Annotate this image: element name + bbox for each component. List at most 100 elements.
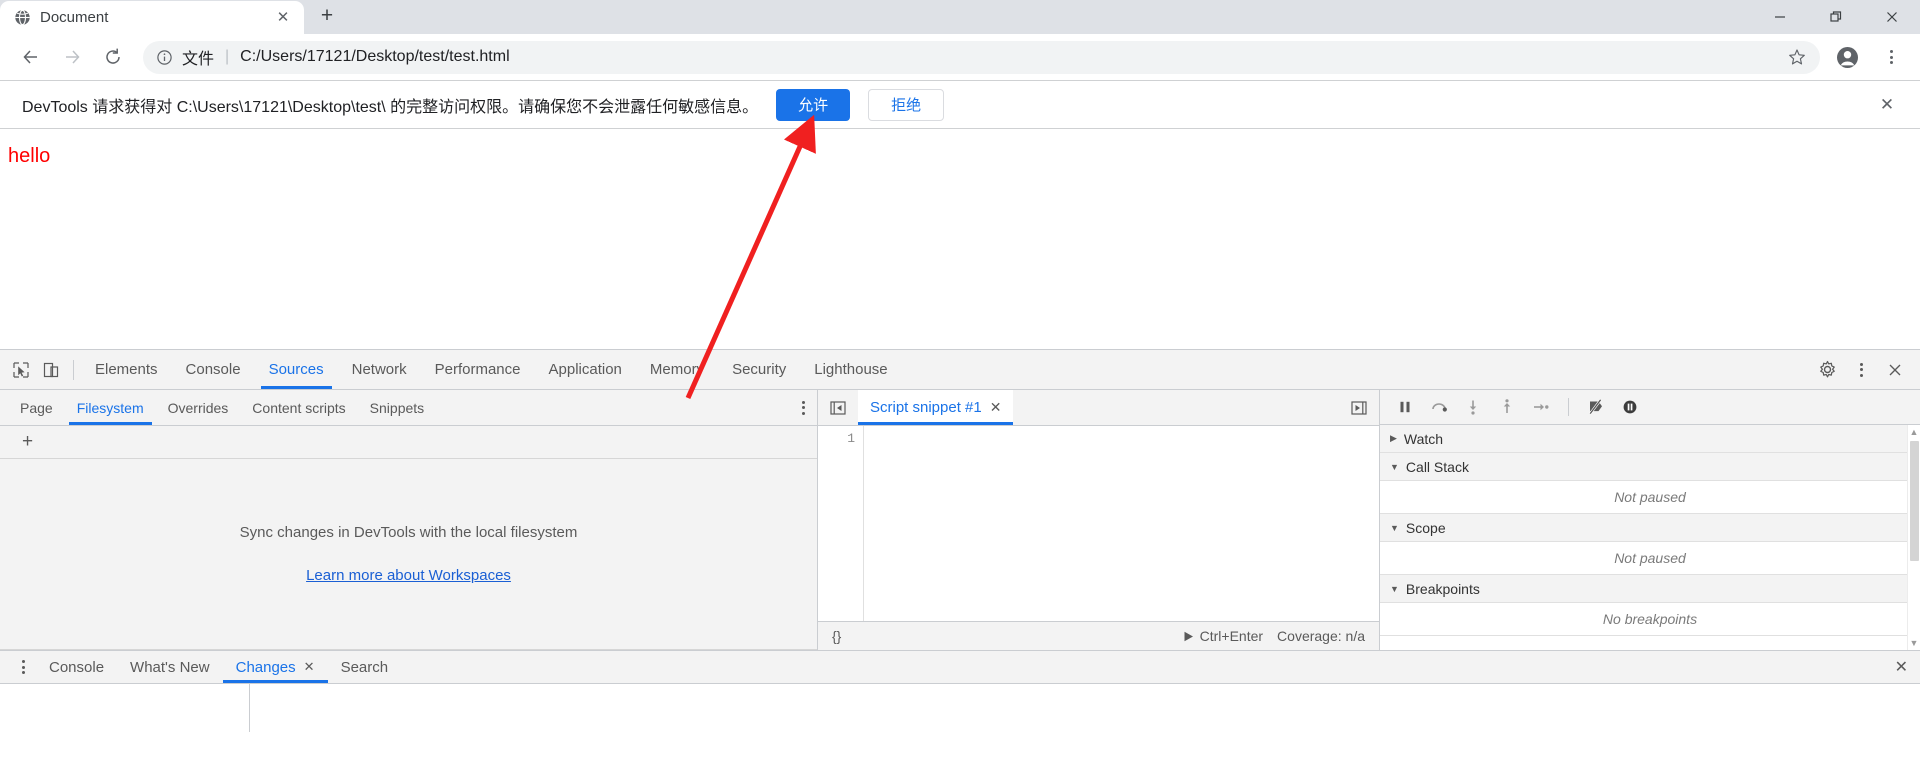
resume-icon[interactable] xyxy=(1390,392,1420,422)
profile-avatar-icon[interactable] xyxy=(1830,40,1864,74)
gear-icon[interactable] xyxy=(1812,355,1842,385)
debugger-toolbar xyxy=(1380,390,1920,425)
debugger-sections: ▶ Watch ▼ Call Stack Not paused ▼ Scope … xyxy=(1380,425,1920,650)
section-label: Breakpoints xyxy=(1405,580,1480,597)
back-icon[interactable] xyxy=(12,39,49,76)
close-icon[interactable] xyxy=(1864,0,1920,33)
drawer-tab-changes[interactable]: Changes ✕ xyxy=(222,651,328,683)
nav-tab-overrides[interactable]: Overrides xyxy=(156,390,241,425)
inspect-cursor-icon[interactable] xyxy=(6,355,36,385)
tab-application[interactable]: Application xyxy=(535,350,636,389)
drawer-tab-search[interactable]: Search xyxy=(328,651,402,683)
changes-detail xyxy=(250,684,1920,732)
section-label: Scope xyxy=(1405,519,1446,536)
browser-tab[interactable]: Document ✕ xyxy=(0,1,304,34)
learn-more-workspaces-link[interactable]: Learn more about Workspaces xyxy=(306,567,511,584)
add-folder-button[interactable]: + xyxy=(0,426,817,459)
scroll-up-arrow-icon[interactable]: ▲ xyxy=(1910,427,1919,437)
drawer-content xyxy=(0,684,1920,732)
minimize-icon[interactable] xyxy=(1752,0,1808,33)
step-out-icon[interactable] xyxy=(1492,392,1522,422)
run-snippet-button[interactable]: Ctrl+Enter xyxy=(1183,628,1263,644)
step-into-icon[interactable] xyxy=(1458,392,1488,422)
debugger-sidebar: ▶ Watch ▼ Call Stack Not paused ▼ Scope … xyxy=(1380,390,1920,650)
section-label: Watch xyxy=(1403,430,1444,447)
scroll-down-arrow-icon[interactable]: ▼ xyxy=(1910,638,1919,648)
navigator-tabbar: Page Filesystem Overrides Content script… xyxy=(0,390,817,426)
previous-file-icon[interactable] xyxy=(823,393,853,423)
tab-security[interactable]: Security xyxy=(718,350,800,389)
drawer-tab-whats-new[interactable]: What's New xyxy=(117,651,223,683)
chevron-down-icon: ▼ xyxy=(1390,461,1399,472)
maximize-icon[interactable] xyxy=(1808,0,1864,33)
deny-button[interactable]: 拒绝 xyxy=(868,88,945,121)
deactivate-breakpoints-icon[interactable] xyxy=(1581,392,1611,422)
drawer-tab-console[interactable]: Console xyxy=(36,651,117,683)
close-icon[interactable]: ✕ xyxy=(304,659,315,675)
section-header-call-stack[interactable]: ▼ Call Stack xyxy=(1380,453,1920,481)
devtools-panel: Elements Console Sources Network Perform… xyxy=(0,349,1920,732)
nav-tab-page[interactable]: Page xyxy=(8,390,65,425)
tab-performance[interactable]: Performance xyxy=(421,350,535,389)
device-toolbar-icon[interactable] xyxy=(36,355,66,385)
new-tab-button[interactable]: + xyxy=(310,0,344,33)
editor-tabbar: Script snippet #1 ✕ xyxy=(818,390,1379,426)
nav-tab-snippets[interactable]: Snippets xyxy=(358,390,436,425)
kebab-menu-icon[interactable] xyxy=(1846,355,1876,385)
tab-sources[interactable]: Sources xyxy=(255,350,338,389)
url-separator: | xyxy=(225,48,230,65)
devtools-permission-infobar: DevTools 请求获得对 C:\Users\17121\Desktop\te… xyxy=(0,81,1920,129)
scrollbar-thumb[interactable] xyxy=(1909,441,1919,561)
kebab-menu-icon[interactable] xyxy=(10,660,36,674)
close-icon[interactable]: ✕ xyxy=(990,399,1002,416)
pause-on-exceptions-icon[interactable] xyxy=(1615,392,1645,422)
page-hello-text: hello xyxy=(8,145,51,167)
tab-lighthouse[interactable]: Lighthouse xyxy=(800,350,901,389)
tab-network[interactable]: Network xyxy=(338,350,421,389)
run-shortcut-label: Ctrl+Enter xyxy=(1199,628,1264,644)
url-text: C:/Users/17121/Desktop/test/test.html xyxy=(240,48,510,65)
allow-button[interactable]: 允许 xyxy=(776,88,851,121)
section-header-breakpoints[interactable]: ▼ Breakpoints xyxy=(1380,575,1920,603)
code-editor[interactable]: 1 xyxy=(818,426,1379,621)
section-header-scope[interactable]: ▼ Scope xyxy=(1380,514,1920,542)
url-input[interactable]: 文件 | C:/Users/17121/Desktop/test/test.ht… xyxy=(143,40,1820,74)
section-header-watch[interactable]: ▶ Watch xyxy=(1380,425,1920,453)
kebab-menu-icon[interactable] xyxy=(802,400,817,415)
tab-memory[interactable]: Memory xyxy=(636,350,718,389)
coverage-label[interactable]: Coverage: n/a xyxy=(1277,628,1365,644)
info-circle-icon[interactable] xyxy=(156,49,173,66)
nav-tab-filesystem[interactable]: Filesystem xyxy=(65,390,156,425)
devtools-drawer: Console What's New Changes ✕ Search ✕ xyxy=(0,650,1920,732)
editor-tab-script-snippet[interactable]: Script snippet #1 ✕ xyxy=(858,390,1014,425)
debugger-scrollbar[interactable]: ▲ ▼ xyxy=(1907,425,1920,650)
devtools-toolbar-actions xyxy=(1812,355,1920,385)
kebab-menu-icon[interactable] xyxy=(1874,40,1908,74)
call-stack-content: Not paused xyxy=(1380,481,1920,514)
pretty-print-button[interactable]: {} xyxy=(832,628,841,644)
close-drawer-icon[interactable]: ✕ xyxy=(1895,657,1920,677)
bookmark-star-icon[interactable] xyxy=(1782,42,1812,72)
toolbar-divider xyxy=(1568,398,1569,416)
nav-tab-content-scripts[interactable]: Content scripts xyxy=(240,390,357,425)
address-bar: 文件 | C:/Users/17121/Desktop/test/test.ht… xyxy=(0,34,1920,81)
tab-elements[interactable]: Elements xyxy=(81,350,172,389)
tab-strip: Document ✕ + xyxy=(0,0,1920,34)
page-viewport: hello xyxy=(0,129,1920,349)
changes-sidebar xyxy=(0,684,250,732)
close-icon[interactable]: ✕ xyxy=(1872,90,1902,120)
drawer-tab-label: Changes xyxy=(235,658,296,676)
close-icon[interactable]: ✕ xyxy=(272,7,294,29)
close-icon[interactable] xyxy=(1880,355,1910,385)
empty-state-text: Sync changes in DevTools with the local … xyxy=(239,524,578,541)
window-controls xyxy=(1752,0,1920,33)
tab-console[interactable]: Console xyxy=(172,350,255,389)
reload-icon[interactable] xyxy=(94,39,131,76)
forward-icon[interactable] xyxy=(53,39,90,76)
step-icon[interactable] xyxy=(1526,392,1556,422)
chevron-right-icon: ▶ xyxy=(1390,433,1397,443)
step-over-icon[interactable] xyxy=(1424,392,1454,422)
infobar-message: DevTools 请求获得对 C:\Users\17121\Desktop\te… xyxy=(22,98,759,116)
next-file-icon[interactable] xyxy=(1344,393,1374,423)
editor-code-content[interactable] xyxy=(864,426,1379,621)
